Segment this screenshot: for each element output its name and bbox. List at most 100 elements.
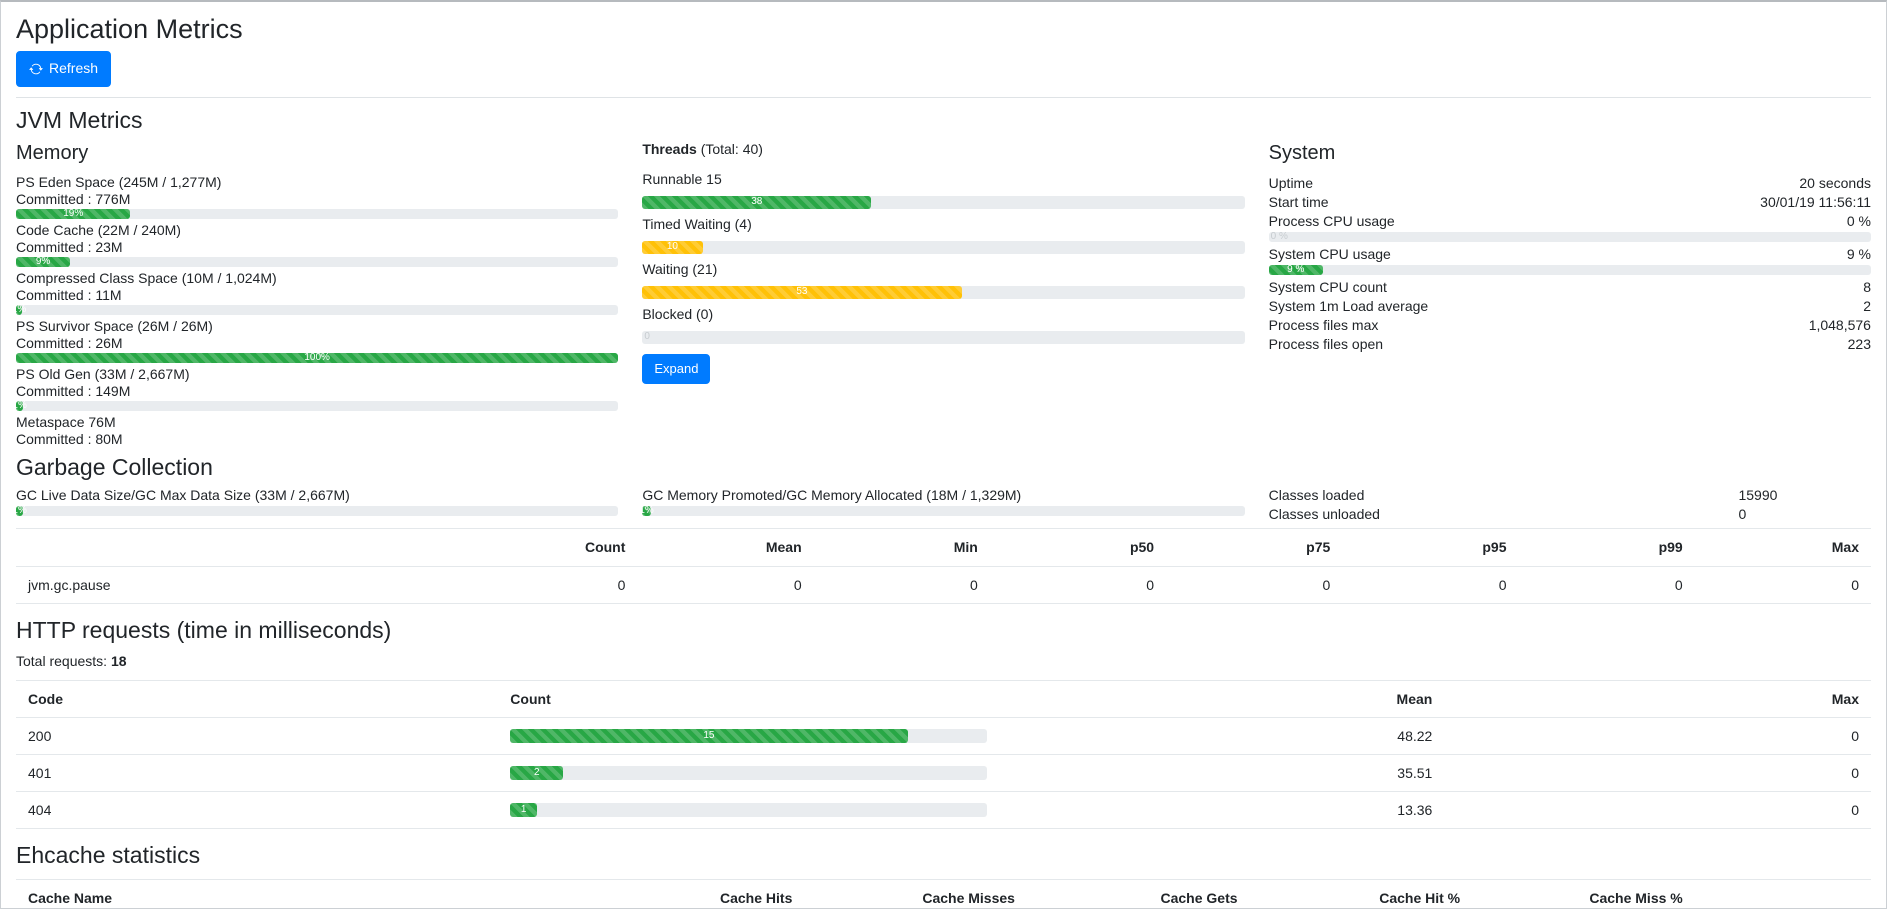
gc-live-data: GC Live Data Size/GC Max Data Size (33M … [4, 486, 630, 524]
progress-label: 53 [796, 287, 807, 297]
code-header: Code [16, 680, 498, 717]
refresh-button[interactable]: Refresh [16, 51, 111, 87]
metric-value-cell: 0 [990, 566, 1166, 603]
classes-row-label: Classes unloaded [1269, 505, 1739, 524]
ehcache-heading: Ehcache statistics [16, 841, 1871, 871]
metric-value-cell: 0 [461, 566, 637, 603]
total-requests: Total requests: 18 [16, 652, 1871, 670]
column-header: p75 [1166, 529, 1342, 566]
memory-progressbar: 1% [16, 401, 618, 411]
memory-item: Code Cache (22M / 240M) Committed : 23M … [16, 222, 618, 267]
count-cell: 2 [498, 755, 999, 792]
metric-name-cell: jvm.gc.pause [16, 566, 461, 603]
memory-item-label: Metaspace 76M [16, 414, 618, 431]
metric-value-cell: 0 [1519, 566, 1695, 603]
toolbar: Refresh [16, 51, 1871, 87]
thread-item: Timed Waiting (4) 10 [642, 215, 1244, 254]
column-header: p50 [990, 529, 1166, 566]
total-requests-value: 18 [111, 653, 127, 669]
process-cpu-progressbar: 0 % [1269, 232, 1871, 242]
cache-misses-header: Cache Misses [804, 880, 1027, 909]
progress-label: 19% [63, 209, 83, 219]
thread-progressbar: 53 [642, 286, 1244, 299]
gc-row: GC Live Data Size/GC Max Data Size (33M … [4, 486, 1883, 524]
threads-column: Threads (Total: 40) Runnable 15 38 Timed… [630, 140, 1256, 451]
memory-item-committed: Committed : 23M [16, 239, 618, 256]
progress-label: 9% [36, 257, 50, 267]
memory-heading: Memory [16, 140, 618, 166]
threads-heading-total: (Total: 40) [701, 141, 763, 157]
memory-progressbar: 9% [16, 257, 618, 267]
total-requests-label: Total requests: [16, 653, 107, 669]
memory-column: Memory PS Eden Space (245M / 1,277M) Com… [4, 140, 630, 451]
ehcache-table: Cache Name Cache Hits Cache Misses Cache… [16, 879, 1871, 909]
progress-label: 1% [12, 401, 26, 411]
table-header-row: Cache Name Cache Hits Cache Misses Cache… [16, 880, 1871, 909]
code-cell: 401 [16, 755, 498, 792]
spacer-header [1695, 880, 1871, 909]
memory-item-label: PS Old Gen (33M / 2,667M) [16, 366, 618, 383]
progress-label: 9 % [1287, 265, 1304, 275]
system-row-label: Process CPU usage [1269, 212, 1395, 231]
metric-value-cell: 0 [637, 566, 813, 603]
classes-loaded-row: Classes loaded 15990 [1269, 486, 1871, 505]
metrics-page: Application Metrics Refresh JVM Metrics … [0, 0, 1887, 909]
count-cell: 15 [498, 717, 999, 754]
system-row-label: Process files max [1269, 316, 1379, 335]
refresh-button-label: Refresh [49, 59, 98, 79]
system-row: Process files open 223 [1269, 335, 1871, 354]
memory-item-label: Compressed Class Space (10M / 1,024M) [16, 270, 618, 287]
gc-memory-promoted: GC Memory Promoted/GC Memory Allocated (… [630, 486, 1256, 524]
system-row-value: 2 [1863, 297, 1871, 316]
system-row-label: System CPU usage [1269, 245, 1391, 264]
classes-row-label: Classes loaded [1269, 486, 1739, 505]
progress-label: 15 [703, 731, 714, 741]
system-column: System Uptime 20 seconds Start time 30/0… [1257, 140, 1883, 451]
cache-hit-pct-header: Cache Hit % [1250, 880, 1473, 909]
system-row: Process files max 1,048,576 [1269, 316, 1871, 335]
http-requests-table: Code Count Mean Max 200 15 48.22 0 401 [16, 680, 1871, 830]
page-title: Application Metrics [16, 12, 1871, 47]
gc-heading: Garbage Collection [16, 453, 1871, 483]
memory-progressbar: 19% [16, 209, 618, 219]
count-header: Count [498, 680, 999, 717]
memory-item: Compressed Class Space (10M / 1,024M) Co… [16, 270, 618, 315]
system-row-value: 9 % [1847, 245, 1871, 264]
column-header: Mean [637, 529, 813, 566]
system-row-value: 8 [1863, 278, 1871, 297]
memory-item-label: PS Survivor Space (26M / 26M) [16, 318, 618, 335]
memory-item-committed: Committed : 26M [16, 335, 618, 352]
system-row-value: 1,048,576 [1809, 316, 1871, 335]
expand-button[interactable]: Expand [642, 354, 710, 384]
system-row-label: System CPU count [1269, 278, 1387, 297]
column-header: Min [814, 529, 990, 566]
progress-label: 1% [12, 305, 26, 315]
divider [16, 97, 1871, 98]
thread-state-label: Blocked (0) [642, 305, 1244, 323]
system-row-label: System 1m Load average [1269, 297, 1429, 316]
progress-label: 38 [751, 197, 762, 207]
threads-heading-bold: Threads [642, 141, 696, 157]
table-row: 404 1 13.36 0 [16, 792, 1871, 829]
memory-item: PS Old Gen (33M / 2,667M) Committed : 14… [16, 366, 618, 411]
column-header: Max [1695, 529, 1871, 566]
metric-value-cell: 0 [1695, 566, 1871, 603]
memory-item-label: Code Cache (22M / 240M) [16, 222, 618, 239]
gc-progressbar: 1% [642, 506, 1244, 516]
cache-name-header: Cache Name [16, 880, 582, 909]
system-row: Process CPU usage 0 % [1269, 212, 1871, 231]
progress-label: 0 % [1271, 232, 1288, 242]
thread-item: Waiting (21) 53 [642, 260, 1244, 299]
jvm-row: Memory PS Eden Space (245M / 1,277M) Com… [4, 140, 1883, 451]
column-header: p95 [1342, 529, 1518, 566]
gc-bar-label: GC Memory Promoted/GC Memory Allocated (… [642, 486, 1244, 504]
classes-row-value: 15990 [1738, 486, 1871, 505]
mean-cell: 13.36 [999, 792, 1444, 829]
count-cell: 1 [498, 792, 999, 829]
count-progressbar: 1 [510, 803, 987, 817]
thread-progressbar: 0 [642, 331, 1244, 344]
progress-label: 100% [304, 353, 330, 363]
classes-unloaded-row: Classes unloaded 0 [1269, 505, 1871, 524]
system-row: Start time 30/01/19 11:56:11 [1269, 193, 1871, 212]
system-row-label: Uptime [1269, 174, 1313, 193]
